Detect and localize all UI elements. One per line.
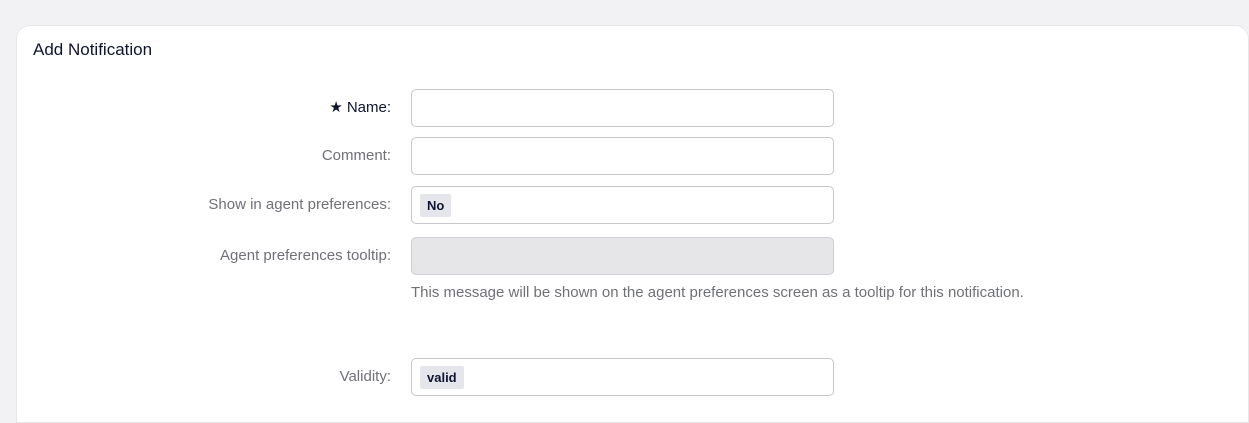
required-star-icon: ★ — [329, 99, 343, 116]
name-label-text: Name: — [346, 99, 391, 116]
panel-title: Add Notification — [33, 40, 153, 59]
prefs-tooltip-input — [411, 237, 834, 275]
prefs-tooltip-help-text: This message will be shown on the agent … — [411, 284, 1024, 301]
comment-row: Comment: — [17, 137, 1248, 175]
validity-selected: valid — [420, 365, 464, 389]
comment-input[interactable] — [411, 137, 834, 175]
validity-label: Validity: — [339, 368, 391, 385]
comment-label: Comment: — [321, 147, 391, 164]
prefs-tooltip-label: Agent preferences tooltip: — [220, 247, 391, 264]
validity-row: Validity: valid — [17, 358, 1248, 396]
show-in-prefs-label: Show in agent preferences: — [208, 196, 391, 213]
add-notification-panel: Add Notification ★ Name: Comment: Show in… — [16, 25, 1249, 423]
validity-select[interactable]: valid — [411, 358, 834, 396]
show-in-prefs-select[interactable]: No — [411, 186, 834, 224]
name-label: ★ Name: — [329, 89, 391, 127]
show-in-prefs-row: Show in agent preferences: No — [17, 186, 1248, 224]
show-in-prefs-selected: No — [420, 193, 452, 217]
name-row: ★ Name: — [17, 89, 1248, 127]
prefs-tooltip-row: Agent preferences tooltip: — [17, 237, 1248, 275]
name-input[interactable] — [411, 89, 834, 127]
